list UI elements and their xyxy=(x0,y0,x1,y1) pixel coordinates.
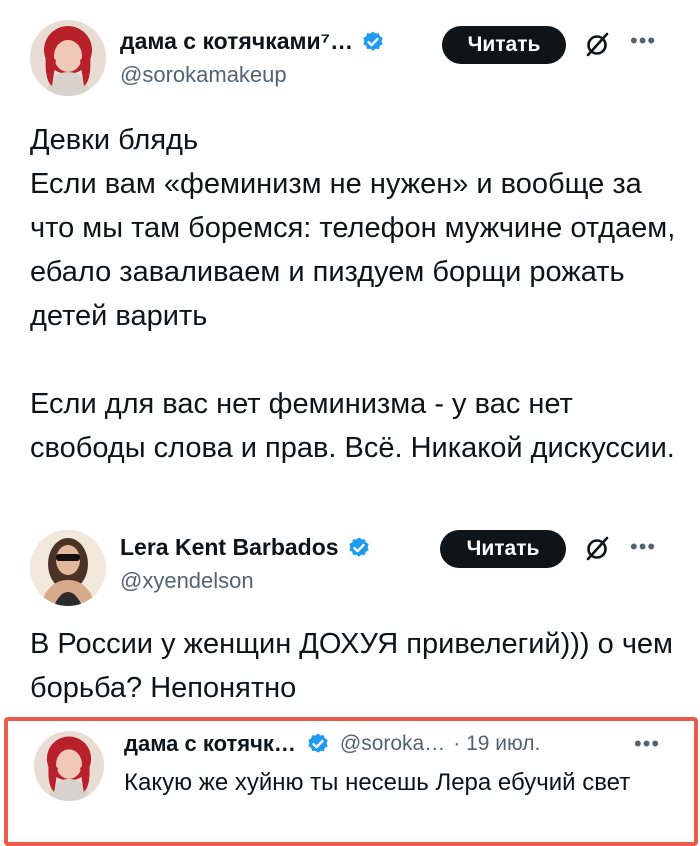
more-icon[interactable]: ••• xyxy=(630,30,656,52)
follow-button[interactable]: Читать xyxy=(440,530,566,568)
author-handle[interactable]: @xyendelson xyxy=(120,568,254,594)
avatar[interactable] xyxy=(30,530,106,606)
more-icon[interactable]: ••• xyxy=(634,733,660,755)
author-name[interactable]: дама с котячками⁷… xyxy=(120,28,353,55)
author-row: дама с котячками⁷… xyxy=(120,28,385,55)
reply-text: Какую же хуйню ты несешь Лера ебучий све… xyxy=(124,769,631,796)
reply-date[interactable]: · 19 июл. xyxy=(453,732,540,756)
highlighted-reply: дама с котячк… @soroka… · 19 июл. ••• Ка… xyxy=(4,717,698,846)
avatar[interactable] xyxy=(34,731,104,801)
avatar[interactable] xyxy=(30,20,106,96)
reply-author-row: дама с котячк… @soroka… · 19 июл. xyxy=(124,731,540,757)
post-text: В России у женщин ДОХУЯ привелегий))) о … xyxy=(30,628,673,704)
author-name[interactable]: Lera Kent Barbados xyxy=(120,534,339,561)
verified-badge-icon xyxy=(363,31,383,51)
verified-badge-icon xyxy=(308,733,328,753)
grok-icon[interactable] xyxy=(584,32,610,58)
verified-badge-icon xyxy=(348,537,369,557)
grok-icon[interactable] xyxy=(584,536,610,562)
post-text: Девки блядь Если вам «феминизм не нужен»… xyxy=(30,124,676,464)
author-name[interactable]: дама с котячк… xyxy=(124,731,296,757)
follow-button[interactable]: Читать xyxy=(442,26,566,64)
author-handle[interactable]: @soroka… xyxy=(340,732,445,756)
more-icon[interactable]: ••• xyxy=(630,536,656,558)
author-handle[interactable]: @sorokamakeup xyxy=(120,62,287,88)
author-row: Lera Kent Barbados xyxy=(120,534,371,561)
